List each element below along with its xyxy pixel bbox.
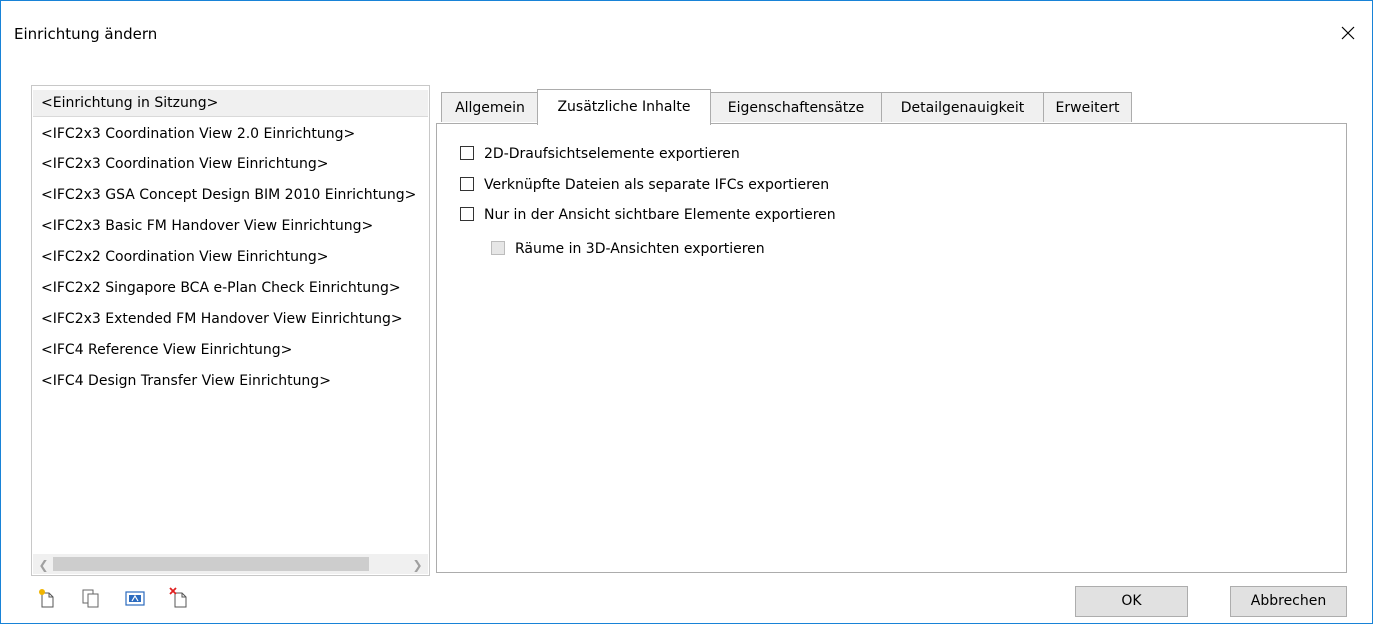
setup-list-item[interactable]: <IFC2x3 GSA Concept Design BIM 2010 Einr… [33, 182, 428, 209]
title-bar: Einrichtung ändern [1, 1, 1372, 63]
new-setup-icon[interactable] [37, 587, 57, 609]
tab-eigenschaftensaetze[interactable]: Eigenschaftensätze [710, 92, 882, 122]
tab-zusaetzliche-inhalte[interactable]: Zusätzliche Inhalte [537, 89, 711, 125]
rename-setup-icon[interactable] [125, 587, 145, 609]
tab-allgemein[interactable]: Allgemein [441, 92, 539, 122]
tab-erweitert[interactable]: Erweitert [1043, 92, 1132, 122]
window-title: Einrichtung ändern [14, 25, 158, 43]
checkbox[interactable] [460, 207, 474, 221]
scrollbar-thumb[interactable] [53, 557, 369, 571]
checkbox-disabled [491, 241, 505, 255]
scroll-right-icon[interactable]: ❯ [409, 556, 426, 573]
tab-panel-zusaetzliche-inhalte: 2D-Draufsichtselemente exportieren Verkn… [436, 123, 1347, 573]
option-label: Verknüpfte Dateien als separate IFCs exp… [484, 177, 830, 193]
option-label: 2D-Draufsichtselemente exportieren [484, 146, 740, 162]
setup-list-item[interactable]: <IFC2x3 Basic FM Handover View Einrichtu… [33, 213, 428, 240]
setup-list-item[interactable]: <IFC2x3 Extended FM Handover View Einric… [33, 306, 428, 333]
checkbox[interactable] [460, 146, 474, 160]
checkbox[interactable] [460, 177, 474, 191]
scroll-left-icon[interactable]: ❮ [35, 556, 52, 573]
close-button[interactable] [1332, 19, 1364, 49]
option-label: Nur in der Ansicht sichtbare Elemente ex… [484, 207, 836, 223]
setup-list-item[interactable]: <IFC2x2 Coordination View Einrichtung> [33, 244, 428, 271]
dialog-window: Einrichtung ändern <Einrichtung in Sitzu… [0, 0, 1373, 624]
setup-list-item[interactable]: <IFC2x2 Singapore BCA e-Plan Check Einri… [33, 275, 428, 302]
setup-list-item[interactable]: <IFC4 Design Transfer View Einrichtung> [33, 368, 428, 395]
duplicate-setup-icon[interactable] [81, 587, 101, 609]
close-icon [1341, 26, 1355, 40]
cancel-button[interactable]: Abbrechen [1230, 586, 1347, 617]
ok-button[interactable]: OK [1075, 586, 1188, 617]
setup-list-item[interactable]: <IFC2x3 Coordination View Einrichtung> [33, 151, 428, 178]
setup-list-item[interactable]: <IFC4 Reference View Einrichtung> [33, 337, 428, 364]
tab-detailgenauigkeit[interactable]: Detailgenauigkeit [881, 92, 1044, 122]
setup-list-item[interactable]: <IFC2x3 Coordination View 2.0 Einrichtun… [33, 121, 428, 148]
setup-list[interactable]: <Einrichtung in Sitzung> <IFC2x3 Coordin… [31, 85, 430, 576]
delete-setup-icon[interactable] [169, 587, 189, 609]
horizontal-scrollbar[interactable]: ❮ ❯ [33, 554, 428, 574]
setup-list-item[interactable]: <Einrichtung in Sitzung> [33, 90, 428, 117]
option-label: Räume in 3D-Ansichten exportieren [515, 241, 765, 257]
